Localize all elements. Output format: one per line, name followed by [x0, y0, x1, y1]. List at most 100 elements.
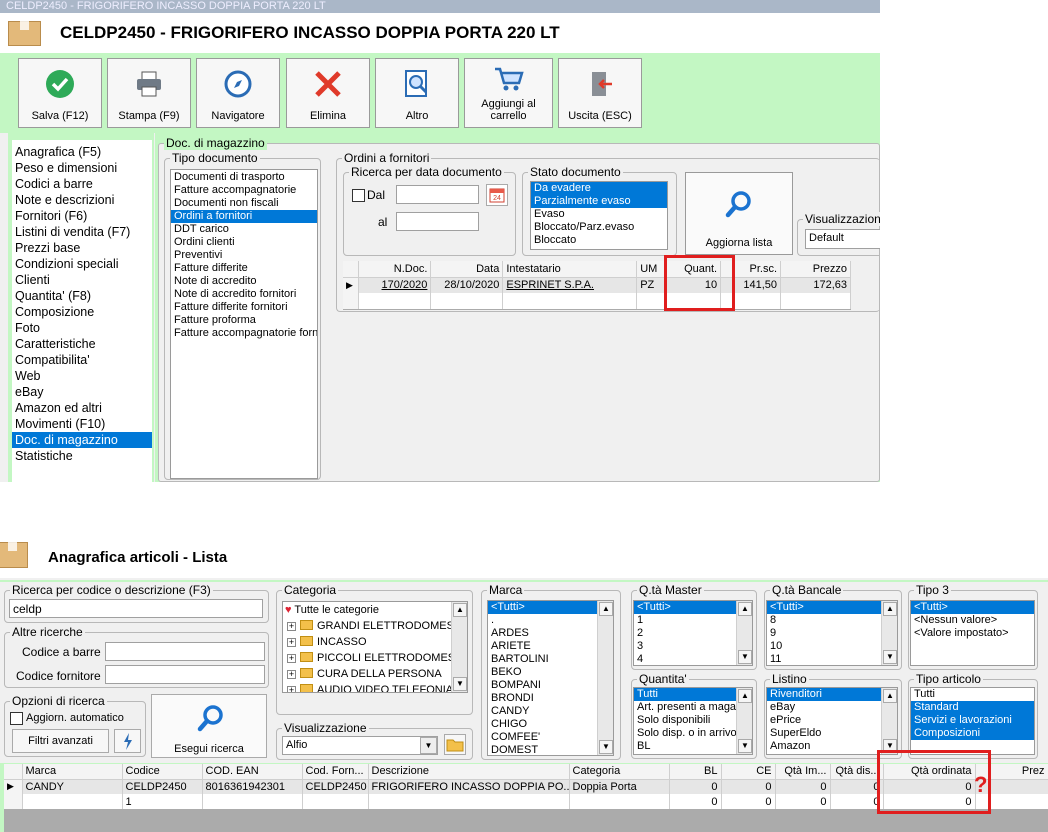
col-um[interactable]: UM	[636, 261, 668, 278]
scroll-up-icon[interactable]: ▲	[883, 602, 897, 616]
print-button[interactable]: Stampa (F9)	[107, 58, 191, 128]
qmaster-item[interactable]: 3	[634, 640, 736, 653]
col-data[interactable]: Data	[430, 261, 504, 278]
scrollbar[interactable]: ▲ ▼	[597, 601, 613, 755]
sidebar-item[interactable]: Amazon ed altri	[12, 400, 152, 416]
tipo-doc-item[interactable]: Fatture accompagnatorie forn	[171, 327, 317, 340]
marca-item[interactable]: CANDY	[488, 705, 597, 718]
sidebar-item[interactable]: Prezzi base	[12, 240, 152, 256]
sidebar-item[interactable]: Note e descrizioni	[12, 192, 152, 208]
quantita-item[interactable]: Art. presenti a magazzino	[634, 701, 736, 714]
marca-item[interactable]: ARIETE	[488, 640, 597, 653]
sidebar-item[interactable]: Doc. di magazzino	[12, 432, 152, 448]
scroll-up-icon[interactable]: ▲	[883, 689, 897, 703]
filtri-avanzati-button[interactable]: Filtri avanzati	[12, 729, 109, 753]
category-tree-item[interactable]: + AUDIO VIDEO TELEFONIA	[283, 682, 451, 692]
qmaster-list[interactable]: <Tutti> 1 2 3 4 ▲ ▼	[633, 600, 753, 666]
qbancale-item[interactable]: 11	[767, 653, 881, 665]
scroll-up-icon[interactable]: ▲	[453, 603, 467, 617]
tipoart-item[interactable]: Tutti	[911, 688, 1034, 701]
visualizzazione-select[interactable]: Default	[805, 229, 880, 249]
esegui-ricerca-button[interactable]: Esegui ricerca	[151, 694, 267, 758]
tipoart-item[interactable]: Servizi e lavorazioni	[911, 714, 1034, 727]
inolist-item[interactable]: SuperEldo	[767, 727, 881, 740]
marca-item[interactable]: BRONDI	[488, 692, 597, 705]
scroll-up-icon[interactable]: ▲	[738, 689, 752, 703]
scrollbar[interactable]: ▲ ▼	[881, 601, 897, 665]
col-prezzo[interactable]: Prezzo	[780, 261, 851, 278]
sidebar-item[interactable]: Movimenti (F10)	[12, 416, 152, 432]
stato-item[interactable]: Da evadere	[531, 182, 667, 195]
quantita-item[interactable]: Solo disponibili	[634, 714, 736, 727]
tipo-doc-list[interactable]: Documenti di trasporto Fatture accompagna…	[170, 169, 318, 479]
tipo-doc-item[interactable]: Ordini clienti	[171, 236, 317, 249]
expand-icon[interactable]: +	[287, 686, 296, 692]
sidebar-item[interactable]: Foto	[12, 320, 152, 336]
scrollbar[interactable]: ▲ ▼	[736, 601, 752, 665]
tipo-doc-item[interactable]: Note di accredito	[171, 275, 317, 288]
other-button[interactable]: Altro	[375, 58, 459, 128]
scroll-down-icon[interactable]: ▼	[599, 740, 613, 754]
tipo-doc-item[interactable]: Documenti non fiscali	[171, 197, 317, 210]
cell-intestatario[interactable]: ESPRINET S.P.A.	[502, 277, 638, 293]
inolist-item[interactable]: ePrice	[767, 714, 881, 727]
scroll-down-icon[interactable]: ▼	[738, 739, 752, 753]
expand-icon[interactable]: +	[287, 622, 296, 631]
scroll-up-icon[interactable]: ▲	[738, 602, 752, 616]
marca-item[interactable]: <Tutti>	[488, 601, 597, 614]
vis2-dropdown-icon[interactable]: ▼	[420, 737, 437, 754]
sidebar-item[interactable]: Statistiche	[12, 448, 152, 464]
expand-icon[interactable]: +	[287, 670, 296, 679]
listino-list[interactable]: Rivenditori eBay ePrice SuperEldo Amazon ▲ ▼	[766, 687, 898, 755]
open-folder-button[interactable]	[444, 734, 466, 755]
ricerca-input[interactable]: celdp	[9, 599, 263, 618]
qmaster-item[interactable]: 1	[634, 614, 736, 627]
tipo-doc-item[interactable]: Fatture proforma	[171, 314, 317, 327]
scroll-down-icon[interactable]: ▼	[883, 650, 897, 664]
codforn-input[interactable]	[105, 665, 265, 684]
vis2-select[interactable]: Alfio	[282, 736, 438, 755]
qmaster-item[interactable]: 4	[634, 653, 736, 665]
quantita-item[interactable]: Tutti	[634, 688, 736, 701]
quantita-item[interactable]: Solo disp. o in arrivo	[634, 727, 736, 740]
qmaster-item[interactable]: 2	[634, 627, 736, 640]
col-marca[interactable]: Marca	[22, 764, 123, 780]
sidebar-item[interactable]: Anagrafica (F5)	[12, 144, 152, 160]
col-qta-imp[interactable]: Qtà Im...	[775, 764, 831, 780]
quantita-item[interactable]: BL	[634, 740, 736, 753]
sidebar-item[interactable]: Web	[12, 368, 152, 384]
marca-item[interactable]: COMFEE'	[488, 731, 597, 744]
qbancale-item[interactable]: <Tutti>	[767, 601, 881, 614]
codbarre-input[interactable]	[105, 642, 265, 661]
col-codice[interactable]: Codice	[122, 764, 203, 780]
tipo3-item[interactable]: <Tutti>	[911, 601, 1034, 614]
tipo-doc-item[interactable]: Fatture differite	[171, 262, 317, 275]
col-intestatario[interactable]: Intestatario	[502, 261, 638, 278]
scroll-down-icon[interactable]: ▼	[738, 650, 752, 664]
scroll-up-icon[interactable]: ▲	[599, 602, 613, 616]
tipo-doc-item[interactable]: Fatture accompagnatorie	[171, 184, 317, 197]
category-tree-item[interactable]: + CURA DELLA PERSONA	[283, 666, 451, 682]
tipo-doc-item[interactable]: Fatture differite fornitori	[171, 301, 317, 314]
marca-item[interactable]: BEKO	[488, 666, 597, 679]
expand-icon[interactable]: +	[287, 638, 296, 647]
exit-button[interactable]: Uscita (ESC)	[558, 58, 642, 128]
sidebar-item[interactable]: Compatibilita'	[12, 352, 152, 368]
sidebar-item[interactable]: Clienti	[12, 272, 152, 288]
stato-item[interactable]: Bloccato/Parz.evaso	[531, 221, 667, 234]
tipoart-item[interactable]: Standard	[911, 701, 1034, 714]
al-date-input[interactable]	[396, 212, 479, 231]
dal-date-input[interactable]	[396, 185, 479, 204]
tipo-doc-item[interactable]: Preventivi	[171, 249, 317, 262]
expand-icon[interactable]: +	[287, 654, 296, 663]
cell-ndoc[interactable]: 170/2020	[358, 277, 432, 293]
col-codforn[interactable]: Cod. Forn...	[302, 764, 369, 780]
col-bl[interactable]: BL	[669, 764, 722, 780]
calendar-button[interactable]: 24	[486, 184, 508, 206]
category-tree-item[interactable]: + PICCOLI ELETTRODOMESTICI	[283, 650, 451, 666]
sidebar-item[interactable]: Peso e dimensioni	[12, 160, 152, 176]
tipo-doc-item[interactable]: Documenti di trasporto	[171, 171, 317, 184]
sidebar-item[interactable]: Listini di vendita (F7)	[12, 224, 152, 240]
tipoart-item[interactable]: Composizioni	[911, 727, 1034, 740]
stato-item[interactable]: Evaso	[531, 208, 667, 221]
